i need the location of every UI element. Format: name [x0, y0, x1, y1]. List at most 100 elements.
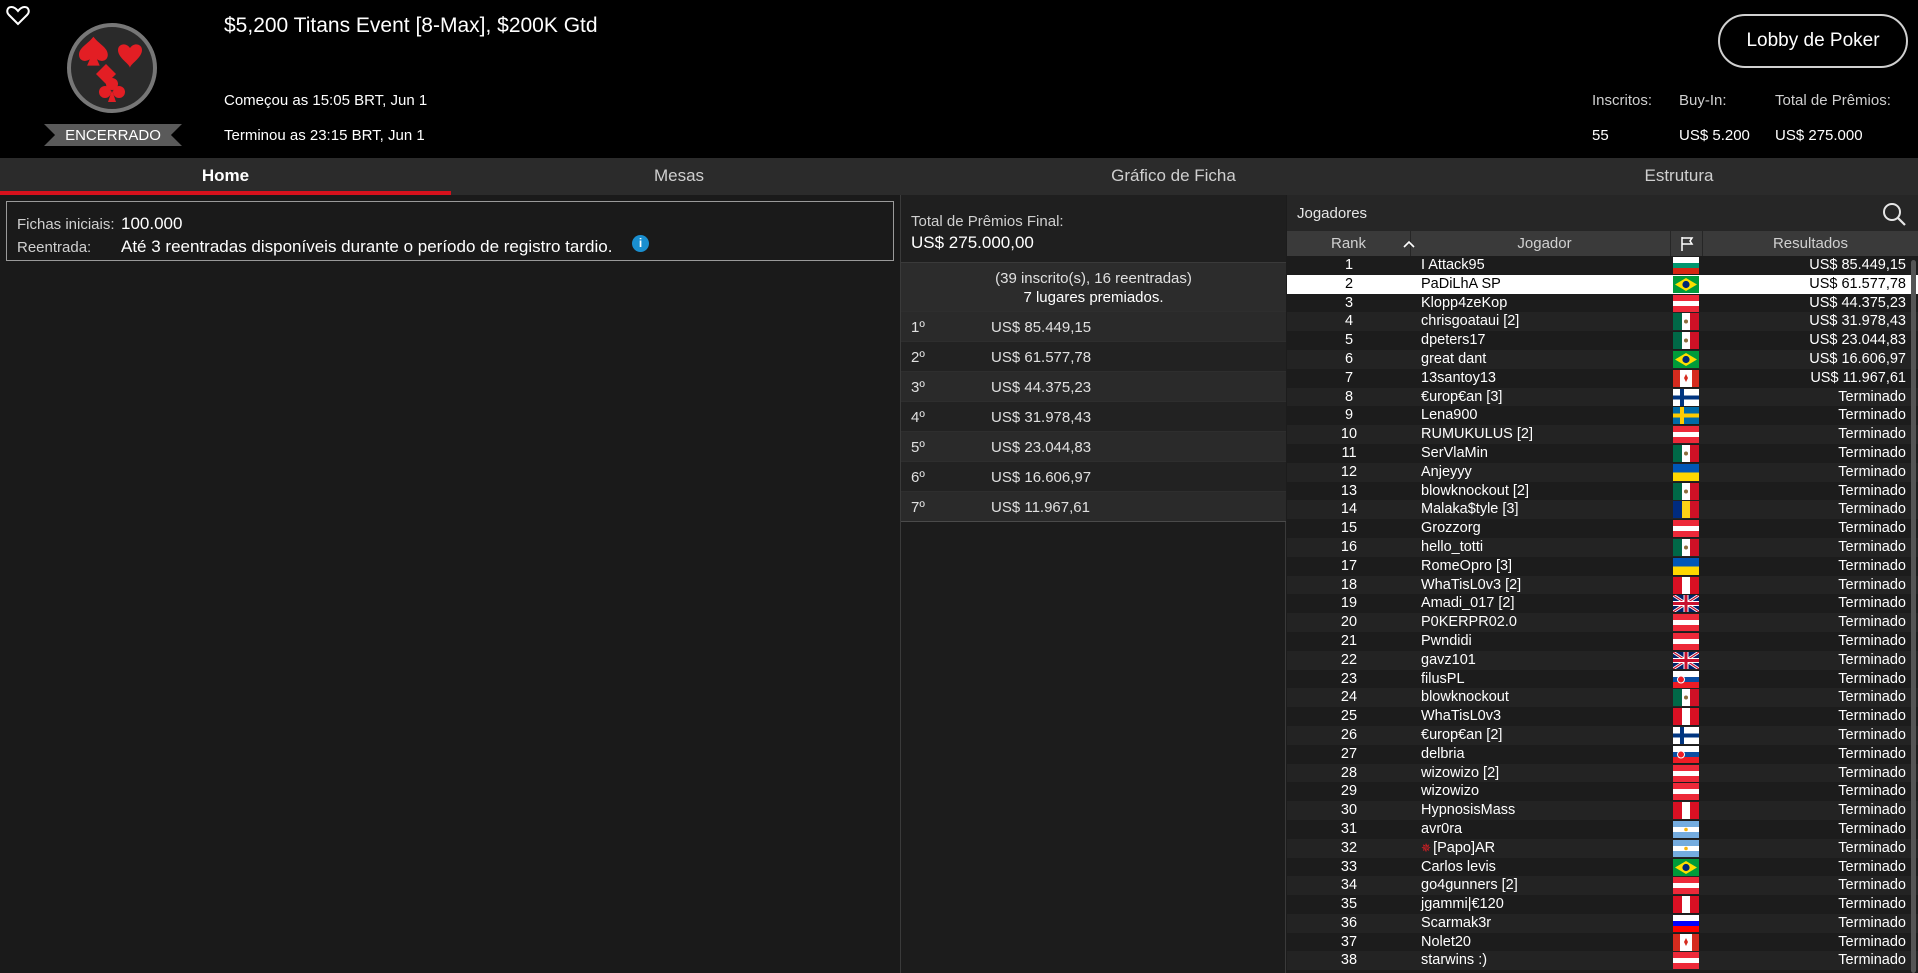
player-name-cell: P0KERPR02.0	[1421, 614, 1517, 630]
player-name-cell: starwins :)	[1421, 952, 1487, 968]
player-result: Terminado	[1838, 708, 1906, 725]
player-name-cell: I Attack95	[1421, 257, 1485, 273]
player-rank: 3	[1344, 294, 1354, 311]
player-rank: 16	[1340, 538, 1358, 555]
player-name: delbria	[1421, 745, 1465, 762]
prizepool-label: Total de Prêmios:	[1775, 92, 1891, 109]
player-row[interactable]: 32 ✵ [Papo]AR Terminado	[1287, 838, 1918, 858]
player-name-cell: RUMUKULUS [2]	[1421, 426, 1533, 442]
player-name: Nolet20	[1421, 933, 1471, 950]
player-row[interactable]: 30 HypnosisMass Terminado	[1287, 801, 1918, 820]
country-flag-icon	[1673, 820, 1699, 838]
player-row[interactable]: 24 blowknockout Terminado	[1287, 688, 1918, 708]
player-rank: 17	[1340, 557, 1358, 574]
player-name: €urop€an [2]	[1421, 726, 1503, 743]
country-flag-icon	[1673, 632, 1699, 650]
player-row[interactable]: 10 RUMUKULUS [2] Terminado	[1287, 425, 1918, 444]
player-row[interactable]: 5 dpeters17 US$ 23.044,83	[1287, 331, 1918, 350]
player-row[interactable]: 8 €urop€an [3] Terminado	[1287, 387, 1918, 407]
player-row[interactable]: 31 avr0ra Terminado	[1287, 820, 1918, 839]
player-name-cell: blowknockout	[1421, 689, 1509, 705]
player-name: P0KERPR02.0	[1421, 614, 1517, 631]
player-row[interactable]: 34 go4gunners [2] Terminado	[1287, 876, 1918, 896]
player-row[interactable]: 11 SerVlaMin Terminado	[1287, 444, 1918, 463]
player-row[interactable]: 1 I Attack95 US$ 85.449,15	[1287, 256, 1918, 275]
info-icon[interactable]: i	[632, 235, 649, 252]
player-row[interactable]: 29 wizowizo Terminado	[1287, 782, 1918, 801]
player-column-header[interactable]: Jogador	[1419, 231, 1671, 256]
country-flag-icon	[1673, 745, 1699, 763]
player-row[interactable]: 2 PaDiLhA SP US$ 61.577,78	[1287, 274, 1918, 294]
player-row[interactable]: 15 Grozzorg Terminado	[1287, 519, 1918, 538]
tab-chip-graph[interactable]: Gráfico de Ficha	[907, 158, 1440, 195]
player-row[interactable]: 35 jgammi|€120 Terminado	[1287, 895, 1918, 914]
player-row[interactable]: 17 RomeOpro [3] Terminado	[1287, 557, 1918, 576]
player-row[interactable]: 20 P0KERPR02.0 Terminado	[1287, 613, 1918, 632]
player-result: US$ 85.449,15	[1809, 257, 1906, 273]
player-row[interactable]: 33 Carlos levis Terminado	[1287, 858, 1918, 877]
player-row[interactable]: 19 Amadi_017 [2] Terminado	[1287, 594, 1918, 614]
country-flag-icon	[1673, 952, 1699, 970]
player-row[interactable]: 7 13santoy13 US$ 11.967,61	[1287, 369, 1918, 388]
player-rank: 11	[1341, 444, 1357, 461]
country-flag-icon	[1673, 689, 1699, 707]
player-name: jgammi|€120	[1421, 896, 1504, 913]
tab-tables[interactable]: Mesas	[451, 158, 907, 195]
player-result: Terminado	[1838, 858, 1906, 875]
player-name-cell: Anjeyyy	[1421, 464, 1472, 480]
player-row[interactable]: 18 WhaTisL0v3 [2] Terminado	[1287, 575, 1918, 595]
tab-structure[interactable]: Estrutura	[1440, 158, 1918, 195]
search-icon[interactable]	[1881, 201, 1907, 227]
player-name-cell: jgammi|€120	[1421, 896, 1504, 912]
player-result: Terminado	[1838, 444, 1906, 461]
player-row[interactable]: 13 blowknockout [2] Terminado	[1287, 482, 1918, 501]
rank-column-header[interactable]: Rank	[1287, 231, 1411, 256]
start-time: Começou as 15:05 BRT, Jun 1	[224, 92, 428, 109]
player-row[interactable]: 37 Nolet20 Terminado	[1287, 933, 1918, 952]
player-name: starwins :)	[1421, 952, 1488, 969]
player-row[interactable]: 22 gavz101 Terminado	[1287, 650, 1918, 670]
player-rank: 20	[1340, 614, 1358, 631]
star-badge-icon: ✵	[1421, 840, 1432, 855]
player-row[interactable]: 23 filusPL Terminado	[1287, 670, 1918, 689]
player-name: blowknockout [2]	[1421, 482, 1530, 499]
prize-position: 1º	[911, 319, 925, 336]
player-result: Terminado	[1838, 802, 1906, 819]
favorite-heart-icon[interactable]	[6, 4, 30, 26]
player-row[interactable]: 3 Klopp4zeKop US$ 44.375,23	[1287, 294, 1918, 313]
player-row[interactable]: 21 Pwndidi Terminado	[1287, 632, 1918, 651]
player-name: PaDiLhA SP	[1421, 275, 1501, 292]
player-rank: 23	[1340, 670, 1358, 687]
players-scrollbar[interactable]	[1911, 260, 1916, 973]
starting-chips-label: Fichas iniciais:	[17, 216, 115, 233]
buyin-value: US$ 5.200	[1679, 127, 1750, 144]
player-result: Terminado	[1838, 388, 1906, 405]
player-row[interactable]: 9 Lena900 Terminado	[1287, 406, 1918, 425]
country-flag-icon	[1673, 896, 1699, 914]
player-name-cell: hello_totti	[1421, 539, 1483, 555]
player-row[interactable]: 6 great dant US$ 16.606,97	[1287, 349, 1918, 369]
country-flag-icon	[1673, 839, 1699, 857]
player-row[interactable]: 25 WhaTisL0v3 Terminado	[1287, 707, 1918, 726]
player-row[interactable]: 14 Malaka$tyle [3] Terminado	[1287, 500, 1918, 520]
tournament-header: ENCERRADO $5,200 Titans Event [8-Max], $…	[0, 0, 1918, 158]
player-row[interactable]: 16 hello_totti Terminado	[1287, 537, 1918, 557]
player-result: Terminado	[1838, 670, 1906, 687]
player-name: I Attack95	[1421, 257, 1485, 273]
player-name: filusPL	[1421, 670, 1465, 687]
tab-home[interactable]: Home	[0, 158, 451, 195]
player-row[interactable]: 26 €urop€an [2] Terminado	[1287, 725, 1918, 745]
poker-lobby-button[interactable]: Lobby de Poker	[1718, 14, 1908, 68]
player-row[interactable]: 28 wizowizo [2] Terminado	[1287, 763, 1918, 783]
player-result: US$ 31.978,43	[1809, 313, 1906, 330]
player-row[interactable]: 38 starwins :) Terminado	[1287, 951, 1918, 971]
player-row[interactable]: 12 Anjeyyy Terminado	[1287, 462, 1918, 482]
player-rank: 10	[1340, 426, 1358, 443]
player-name-cell: dpeters17	[1421, 332, 1486, 348]
player-row[interactable]: 36 Scarmak3r Terminado	[1287, 913, 1918, 933]
player-row[interactable]: 4 chrisgoataui [2] US$ 31.978,43	[1287, 312, 1918, 332]
sort-ascending-icon[interactable]	[1403, 240, 1415, 248]
country-column-header[interactable]	[1671, 231, 1703, 256]
player-row[interactable]: 27 delbria Terminado	[1287, 745, 1918, 764]
results-column-header[interactable]: Resultados	[1703, 231, 1918, 256]
